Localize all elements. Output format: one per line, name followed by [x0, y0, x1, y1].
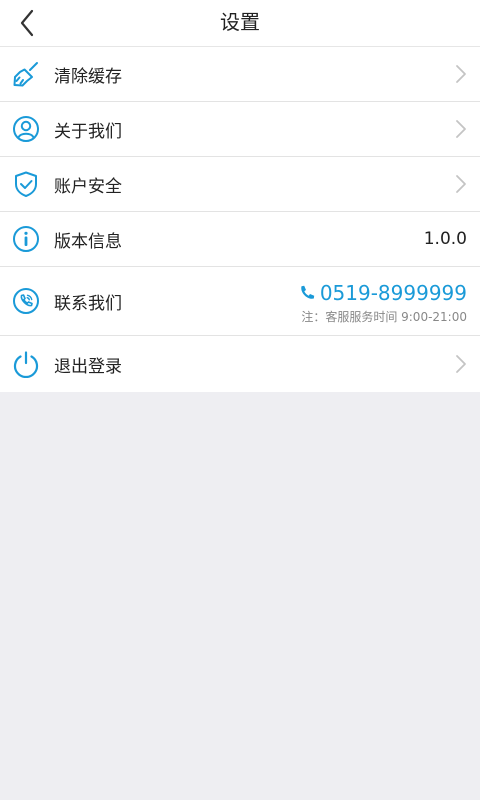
chevron-right-icon [454, 64, 468, 84]
logout-label: 退出登录 [54, 356, 122, 377]
phone-line[interactable]: 0519-8999999 [299, 280, 467, 306]
phone-number[interactable]: 0519-8999999 [320, 281, 467, 305]
about-us-label: 关于我们 [54, 121, 122, 142]
power-icon [12, 350, 40, 378]
chevron-right-icon [454, 174, 468, 194]
phone-circle-icon [12, 287, 40, 315]
account-security-item[interactable]: 账户安全 [0, 157, 480, 212]
clear-cache-item[interactable]: 清除缓存 [0, 47, 480, 102]
settings-list: 清除缓存 关于我们 账户安全 版本信息 1.0.0 联系我们 0519-8999… [0, 47, 480, 392]
chevron-right-icon [454, 119, 468, 139]
version-info-item: 版本信息 1.0.0 [0, 212, 480, 267]
version-info-label: 版本信息 [54, 231, 122, 252]
app-header: 设置 [0, 0, 480, 47]
broom-icon [12, 60, 40, 88]
shield-check-icon [12, 170, 40, 198]
user-icon [12, 115, 40, 143]
account-security-label: 账户安全 [54, 176, 122, 197]
logout-item[interactable]: 退出登录 [0, 336, 480, 392]
service-hours-note: 注：客服服务时间 9:00-21:00 [301, 310, 467, 324]
phone-icon [299, 285, 315, 301]
contact-info: 0519-8999999 注：客服服务时间 9:00-21:00 [299, 280, 467, 325]
version-number: 1.0.0 [423, 229, 467, 249]
info-icon [12, 225, 40, 253]
about-us-item[interactable]: 关于我们 [0, 102, 480, 157]
page-title: 设置 [220, 10, 260, 34]
chevron-right-icon [454, 354, 468, 374]
contact-us-label: 联系我们 [54, 293, 122, 314]
clear-cache-label: 清除缓存 [54, 66, 122, 87]
contact-us-item[interactable]: 联系我们 0519-8999999 注：客服服务时间 9:00-21:00 [0, 267, 480, 336]
